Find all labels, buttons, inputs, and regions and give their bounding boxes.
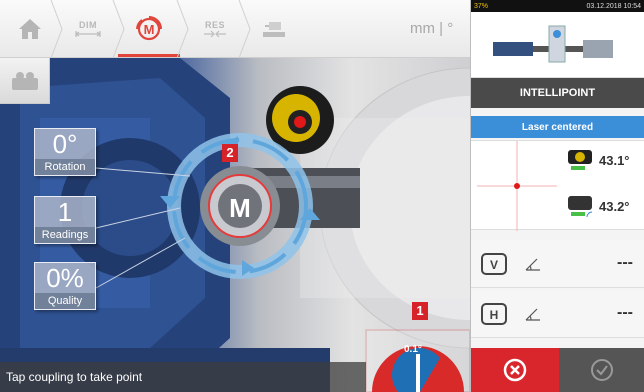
dial-value: 0.1°: [404, 344, 422, 355]
vertical-result-row[interactable]: V ---: [471, 240, 644, 288]
align-tab[interactable]: [254, 0, 294, 58]
callout-badge-2: 2: [222, 144, 238, 162]
camera-view-button[interactable]: [0, 58, 50, 104]
readings-value: 1: [57, 197, 73, 227]
horizontal-view-icon: H: [481, 303, 507, 325]
quality-value: 0%: [46, 263, 84, 293]
separator-chevron: [112, 0, 125, 58]
mode-title: INTELLIPOINT: [471, 78, 644, 108]
vertical-view-icon: V: [481, 253, 507, 275]
sensor-angle: 43.1°: [599, 153, 630, 168]
laser-target-icon: [477, 141, 557, 231]
align-icon: [263, 22, 285, 37]
machine-thumbnail-icon: [493, 25, 613, 63]
angle-icon: [525, 308, 540, 321]
separator-chevron: [50, 0, 63, 58]
sensor-icon: [568, 150, 592, 170]
horizontal-result-row[interactable]: H ---: [471, 290, 644, 338]
results-tab[interactable]: RES: [192, 0, 238, 58]
quality-panel: 0% Quality: [34, 262, 96, 310]
measure-icon: M: [136, 16, 162, 41]
results-tab-label: RES: [204, 20, 225, 30]
vertical-value: ---: [617, 254, 633, 271]
hint-bar: Tap coupling to take point: [0, 362, 366, 392]
status-bar: 37% 03.12.2018 10:54: [471, 0, 644, 12]
callout-badge-1: 1: [412, 302, 428, 320]
home-tab[interactable]: [10, 0, 50, 58]
cancel-button[interactable]: [471, 348, 559, 392]
angle-icon: [525, 258, 540, 271]
dimensions-tab[interactable]: DIM: [64, 0, 112, 58]
svg-text:M: M: [144, 22, 155, 37]
separator-chevron: [176, 0, 189, 58]
vertical-label: V: [490, 258, 498, 272]
device-thumbnail[interactable]: [471, 12, 644, 78]
close-icon: [503, 358, 527, 382]
horizontal-label: H: [490, 308, 499, 322]
measure-tab[interactable]: M: [126, 0, 172, 58]
results-icon: [204, 30, 226, 38]
camera-icon: [12, 72, 38, 90]
sensor-status-box: 43.1° 43.2°: [471, 140, 644, 231]
readings-panel: 1 Readings: [34, 196, 96, 244]
active-tab-indicator: [118, 54, 180, 57]
separator-chevron: [238, 0, 251, 58]
transducer-icon: [568, 196, 593, 218]
rotation-value: 0°: [52, 129, 78, 159]
rotation-label: Rotation: [35, 159, 95, 175]
confirm-button[interactable]: [559, 348, 644, 392]
readings-label: Readings: [35, 227, 95, 243]
datetime: 03.12.2018 10:54: [586, 2, 642, 10]
horizontal-value: ---: [617, 304, 633, 321]
home-icon: [19, 19, 41, 39]
quality-label: Quality: [35, 293, 95, 309]
battery-indicator: 37%: [474, 2, 489, 10]
right-panel: 37% 03.12.2018 10:54 INTELLIPOINT Laser …: [470, 0, 644, 392]
units-selector[interactable]: mm | °: [410, 20, 453, 37]
machine-scene[interactable]: M 0° Rotation 1 Readings 0% Quality 2 1 …: [0, 58, 470, 392]
check-icon: [591, 359, 613, 381]
svg-text:M: M: [229, 193, 251, 223]
laser-status-banner: Laser centered: [471, 116, 644, 138]
top-toolbar: DIM M RES mm | °: [0, 0, 470, 58]
transducer-angle: 43.2°: [599, 199, 630, 214]
dimensions-icon: [75, 31, 101, 37]
rotation-panel: 0° Rotation: [34, 128, 96, 176]
dimensions-tab-label: DIM: [79, 20, 97, 30]
